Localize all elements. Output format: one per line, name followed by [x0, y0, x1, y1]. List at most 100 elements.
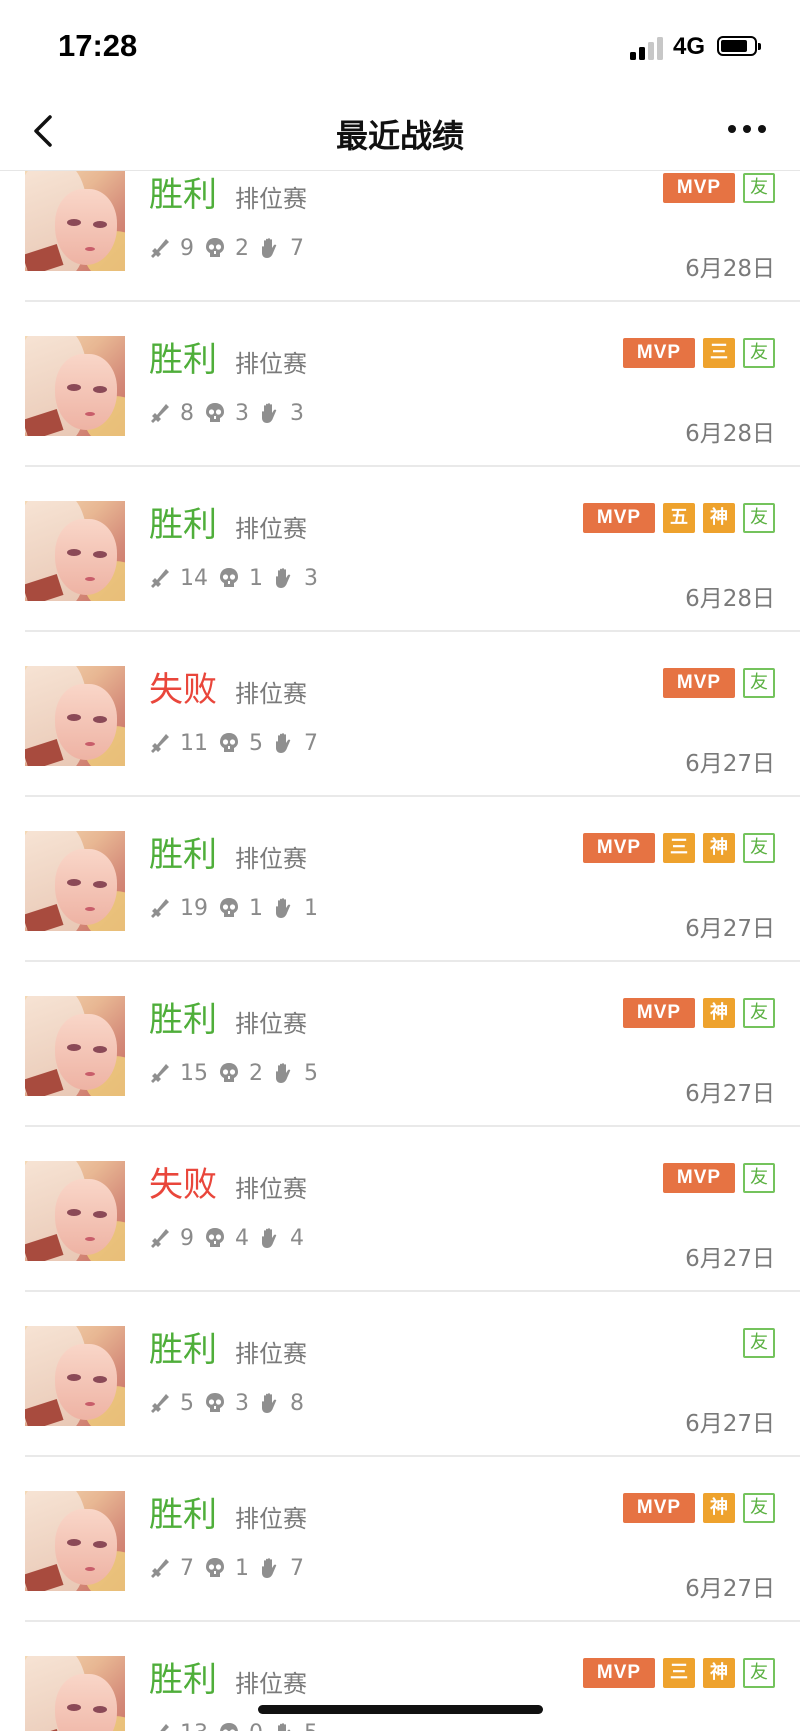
hero-avatar: [25, 996, 125, 1096]
match-row[interactable]: 失败 排位赛 11 5 7 MVP 友 6月27日: [0, 632, 800, 797]
match-mode: 排位赛: [235, 515, 307, 543]
godlike-badge: 神: [703, 833, 735, 863]
more-options-icon[interactable]: [722, 125, 772, 137]
match-row[interactable]: 胜利 排位赛 13 0 5 MVP三神友 6月26日: [0, 1622, 800, 1731]
skull-icon: [218, 567, 240, 589]
skull-icon: [204, 402, 226, 424]
match-row[interactable]: 胜利 排位赛 9 2 7 MVP 友 6月28日: [0, 170, 800, 302]
kda-stats: 14 1 3: [149, 563, 328, 593]
badge-group: MVP 五神友: [583, 503, 775, 533]
hand-icon: [259, 402, 281, 424]
assists-count: 7: [304, 730, 318, 756]
match-row[interactable]: 胜利 排位赛 19 1 1 MVP 三神友 6月27日: [0, 797, 800, 962]
kills-icon: [149, 732, 171, 754]
match-row[interactable]: 失败 排位赛 9 4 4 MVP 友 6月27日: [0, 1127, 800, 1292]
kills-count: 11: [180, 730, 208, 756]
godlike-badge: 神: [703, 1493, 735, 1523]
friend-badge: 友: [743, 1328, 775, 1358]
assists-count: 3: [290, 400, 304, 426]
match-row[interactable]: 胜利 排位赛 8 3 3 MVP 三友 6月28日: [0, 302, 800, 467]
skull-icon: [204, 237, 226, 259]
match-list[interactable]: 胜利 排位赛 9 2 7 MVP 友 6月28日 胜利 排位赛 8 3 3 MV…: [0, 170, 800, 1731]
badge-group: 友: [743, 1328, 775, 1358]
kda-stats: 9 4 4: [149, 1223, 314, 1253]
kda-stats: 7 1 7: [149, 1553, 314, 1583]
friend-badge: 友: [743, 668, 775, 698]
godlike-badge: 神: [703, 503, 735, 533]
hand-icon: [259, 1227, 281, 1249]
hand-icon: [273, 567, 295, 589]
status-time: 17:28: [58, 28, 138, 63]
badge-group: MVP 神友: [623, 998, 775, 1028]
match-date: 6月28日: [685, 256, 775, 282]
nav-bar: 最近战绩: [0, 95, 800, 171]
signal-icon: [630, 36, 664, 60]
match-result: 胜利: [149, 1330, 217, 1370]
kills-count: 5: [180, 1390, 194, 1416]
kda-stats: 19 1 1: [149, 893, 328, 923]
mvp-badge: MVP: [623, 338, 695, 368]
kills-icon: [149, 402, 171, 424]
hero-avatar: [25, 171, 125, 271]
match-result: 失败: [149, 1165, 217, 1205]
badge-group: MVP 三友: [623, 338, 775, 368]
match-row[interactable]: 胜利 排位赛 15 2 5 MVP 神友 6月27日: [0, 962, 800, 1127]
status-bar: 17:28 4G: [0, 0, 800, 95]
mvp-badge: MVP: [583, 833, 655, 863]
match-result: 胜利: [149, 340, 217, 380]
friend-badge: 友: [743, 1163, 775, 1193]
hero-avatar: [25, 666, 125, 766]
friend-badge: 友: [743, 833, 775, 863]
match-mode: 排位赛: [235, 1175, 307, 1203]
kills-count: 15: [180, 1060, 208, 1086]
skull-icon: [218, 1722, 240, 1731]
match-mode: 排位赛: [235, 1505, 307, 1533]
mvp-badge: MVP: [663, 173, 735, 203]
hero-avatar: [25, 831, 125, 931]
deaths-count: 1: [249, 895, 263, 921]
mvp-badge: MVP: [663, 1163, 735, 1193]
match-row[interactable]: 胜利 排位赛 5 3 8 友 6月27日: [0, 1292, 800, 1457]
assists-count: 7: [290, 1555, 304, 1581]
multikill-badge: 三: [663, 833, 695, 863]
match-result: 胜利: [149, 1660, 217, 1700]
deaths-count: 4: [235, 1225, 249, 1251]
deaths-count: 3: [235, 1390, 249, 1416]
hero-avatar: [25, 336, 125, 436]
multikill-badge: 三: [703, 338, 735, 368]
friend-badge: 友: [743, 1658, 775, 1688]
match-result: 胜利: [149, 505, 217, 545]
match-date: 6月27日: [685, 1081, 775, 1107]
kills-icon: [149, 1557, 171, 1579]
hero-avatar: [25, 1656, 125, 1731]
match-mode: 排位赛: [235, 185, 307, 213]
friend-badge: 友: [743, 1493, 775, 1523]
hand-icon: [259, 237, 281, 259]
friend-badge: 友: [743, 998, 775, 1028]
kills-count: 8: [180, 400, 194, 426]
match-row[interactable]: 胜利 排位赛 7 1 7 MVP 神友 6月27日: [0, 1457, 800, 1622]
mvp-badge: MVP: [583, 503, 655, 533]
mvp-badge: MVP: [583, 1658, 655, 1688]
kda-stats: 11 5 7: [149, 728, 328, 758]
kills-icon: [149, 1392, 171, 1414]
kda-stats: 8 3 3: [149, 398, 314, 428]
skull-icon: [218, 897, 240, 919]
kills-icon: [149, 237, 171, 259]
deaths-count: 2: [235, 235, 249, 261]
kills-count: 19: [180, 895, 208, 921]
match-result: 失败: [149, 670, 217, 710]
kda-stats: 15 2 5: [149, 1058, 328, 1088]
skull-icon: [218, 1062, 240, 1084]
hand-icon: [273, 1722, 295, 1731]
match-row[interactable]: 胜利 排位赛 14 1 3 MVP 五神友 6月28日: [0, 467, 800, 632]
badge-group: MVP 三神友: [583, 1658, 775, 1688]
match-date: 6月27日: [685, 1411, 775, 1437]
match-result: 胜利: [149, 835, 217, 875]
assists-count: 5: [304, 1721, 318, 1731]
multikill-badge: 三: [663, 1658, 695, 1688]
hand-icon: [259, 1557, 281, 1579]
assists-count: 7: [290, 235, 304, 261]
deaths-count: 2: [249, 1060, 263, 1086]
deaths-count: 1: [235, 1555, 249, 1581]
